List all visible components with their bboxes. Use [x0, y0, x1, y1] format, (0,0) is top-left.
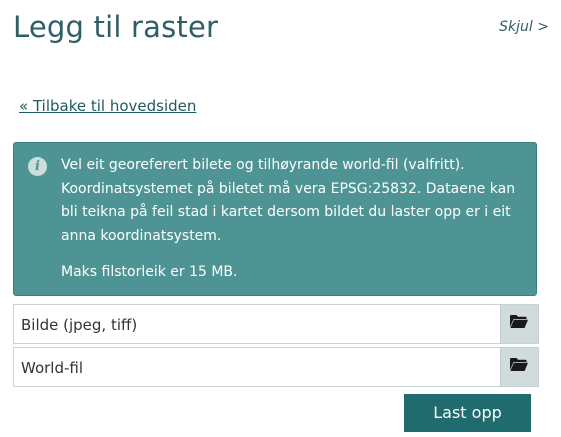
hide-panel-link[interactable]: Skjul > — [499, 17, 549, 37]
max-file-size-text: Maks filstorleik er 15 MB. — [61, 264, 238, 280]
world-file-label: World-fil — [21, 359, 84, 377]
folder-icon — [510, 315, 528, 328]
image-file-input[interactable]: Bilde (jpeg, tiff) — [13, 304, 539, 344]
info-text: Vel eit georeferert bilete og tilhøyrand… — [61, 157, 516, 244]
back-to-main-link[interactable]: « Tilbake til hovedsiden — [19, 96, 196, 116]
world-file-browse-button[interactable] — [500, 348, 538, 386]
image-browse-button[interactable] — [500, 305, 538, 343]
folder-icon — [510, 358, 528, 371]
info-icon: i — [28, 157, 47, 176]
page-title: Legg til raster — [13, 10, 219, 44]
image-file-label: Bilde (jpeg, tiff) — [21, 316, 138, 334]
upload-button[interactable]: Last opp — [404, 394, 531, 432]
info-box: i Vel eit georeferert bilete og tilhøyra… — [13, 142, 537, 296]
world-file-input[interactable]: World-fil — [13, 347, 539, 387]
